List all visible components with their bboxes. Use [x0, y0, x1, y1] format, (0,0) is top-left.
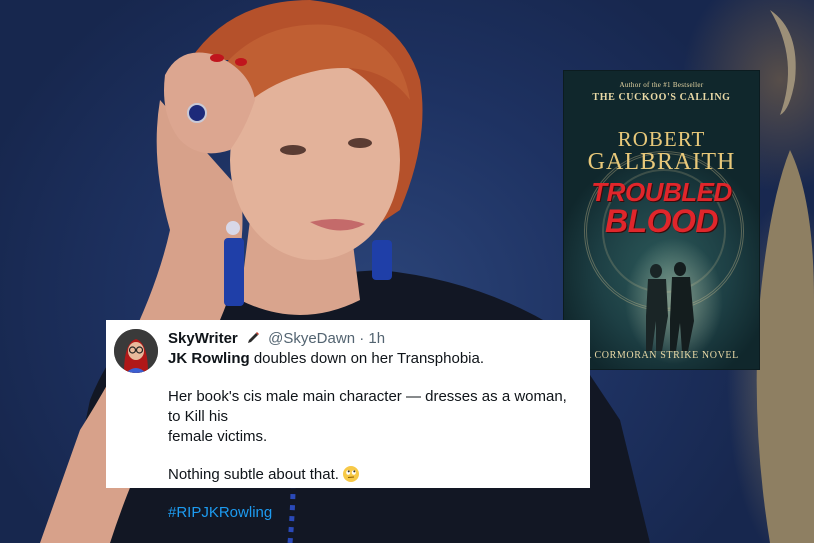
eye-roll-emoji-icon — [343, 466, 360, 482]
tweet-header: SkyWriter @SkyeDawn · 1h — [168, 330, 578, 349]
tweet-line-1: JK Rowling doubles down on her Transphob… — [168, 349, 578, 369]
user-handle[interactable]: @SkyeDawn — [268, 330, 355, 347]
book-title-line2: BLOOD — [604, 203, 719, 239]
tweet-line-4: Nothing subtle about that. — [168, 465, 578, 485]
tweet-card[interactable]: SkyWriter @SkyeDawn · 1h JK Rowling doub… — [106, 320, 590, 521]
tweet-text: Nothing subtle about that. — [168, 466, 339, 483]
hashtag-link[interactable]: #RIPJKRowling — [168, 503, 578, 523]
tweet-timestamp[interactable]: 1h — [368, 330, 385, 347]
walking-figures-illustration — [646, 262, 694, 351]
book-cover: Author of the #1 Bestseller THE CUCKOO'S… — [563, 70, 760, 370]
tweet-text: doubles down on her Transphobia. — [249, 350, 485, 367]
display-name[interactable]: SkyWriter — [168, 330, 238, 347]
book-tagline: Author of the #1 Bestseller — [619, 81, 704, 89]
tweet-line-2: Her book's cis male main character — dre… — [168, 388, 567, 425]
avatar-illustration-icon — [114, 329, 158, 373]
book-series: A CORMORAN STRIKE NOVEL — [584, 350, 739, 361]
mention-bold: JK Rowling — [168, 350, 250, 367]
tweet-line-3: female victims. — [168, 428, 268, 445]
book-previous-title: THE CUCKOO'S CALLING — [592, 92, 731, 103]
separator-dot: · — [359, 330, 365, 347]
pen-icon — [246, 331, 260, 349]
book-author-last: GALBRAITH — [587, 149, 736, 175]
avatar[interactable] — [114, 329, 158, 373]
